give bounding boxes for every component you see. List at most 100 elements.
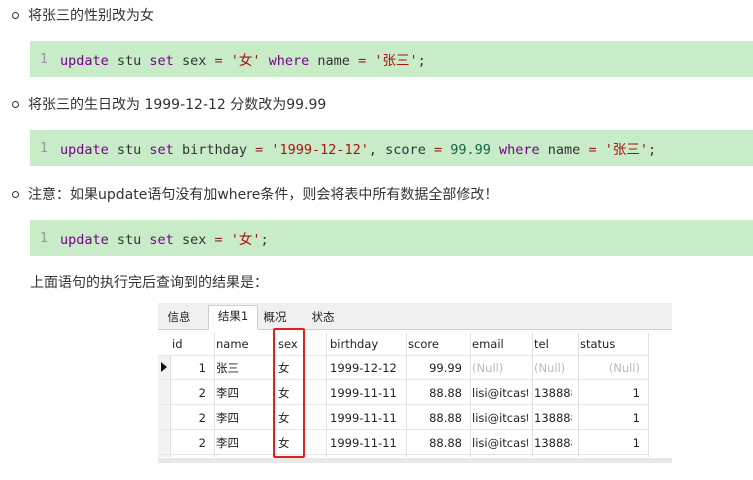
tab-overview[interactable]: 概况 — [258, 307, 292, 328]
bullet-circle-icon — [12, 190, 19, 198]
code-token: = — [588, 142, 597, 158]
code-token: '女' — [230, 232, 261, 248]
table-cell: 2 — [198, 436, 206, 450]
bullet-item: 将张三的生日改为 1999-12-12 分数改为99.99 — [12, 93, 326, 115]
table-cell: 1 — [632, 411, 640, 425]
bullet-item: 将张三的性别改为女 — [12, 4, 154, 26]
result-tabs: 信息 结果1 概况 状态 — [158, 303, 672, 330]
code-token: stu — [108, 232, 150, 248]
table-cell: 138888 — [534, 411, 572, 425]
column-header-status[interactable]: status — [580, 333, 640, 355]
table-cell: lisi@itcast. — [472, 436, 528, 450]
code-token: '张三' — [604, 142, 648, 158]
code-line: update stu set sex = '女' where name = '张… — [60, 49, 426, 69]
table-cell: 88.88 — [429, 386, 462, 400]
table-cell: lisi@itcast. — [472, 411, 528, 425]
code-token: , score — [368, 142, 434, 158]
table-cell: 1 — [198, 361, 206, 375]
code-block: 1 update stu set sex = '女'; — [30, 220, 753, 256]
code-block: 1 update stu set birthday = '1999-12-12'… — [30, 130, 753, 166]
table-row[interactable]: 1 张三女 1999-12-12 99.99 (Null) (Null) (Null) — [158, 357, 648, 380]
bullet-text: 注意：如果update语句没有加where条件，则会将表中所有数据全部修改！ — [28, 187, 499, 203]
code-token: ; — [417, 53, 426, 69]
code-token: stu — [108, 53, 150, 69]
column-header-birthday[interactable]: birthday — [330, 333, 400, 355]
table-cell: 99.99 — [429, 361, 462, 375]
code-token: = — [255, 142, 264, 158]
table-cell: 1999-11-11 — [330, 436, 397, 450]
code-token: '1999-12-12' — [271, 142, 369, 158]
tab-info[interactable]: 信息 — [162, 307, 196, 328]
code-token: ; — [260, 232, 269, 248]
code-token: birthday — [173, 142, 256, 158]
column-header-score[interactable]: score — [408, 333, 462, 355]
code-line: update stu set sex = '女'; — [60, 228, 269, 248]
code-token: = — [214, 232, 223, 248]
column-header-id[interactable]: id — [172, 333, 206, 355]
column-header-name[interactable]: name — [216, 333, 267, 355]
code-token: update — [60, 53, 109, 69]
table-cell: 1999-12-12 — [330, 361, 397, 375]
code-token: '女' — [230, 53, 261, 69]
code-block: 1 update stu set sex = '女' where name = … — [30, 41, 753, 77]
code-token: sex — [173, 232, 215, 248]
code-token: where — [268, 53, 310, 69]
code-token: = — [433, 142, 443, 158]
table-cell: 李四 — [216, 386, 239, 400]
code-token: update — [60, 232, 109, 248]
table-row[interactable]: 2李四女1999-11-1188.88lisi@itcast.1388881 — [158, 382, 648, 405]
table-header-row: id name sex birthday score email tel status — [158, 333, 648, 356]
code-token: set — [149, 232, 174, 248]
code-token: name — [539, 142, 589, 158]
table-cell: 2 — [198, 411, 206, 425]
bullet-circle-icon — [12, 11, 19, 19]
line-number: 1 — [39, 51, 48, 67]
horizontal-scrollbar[interactable] — [158, 458, 672, 463]
table-cell: 1 — [632, 386, 640, 400]
line-number: 1 — [39, 140, 48, 156]
table-cell: 1 — [632, 436, 640, 450]
table-cell: (Null) — [534, 361, 566, 375]
result-table-screenshot: 信息 结果1 概况 状态 id name sex birthday score email… — [158, 303, 672, 463]
table-cell: 2 — [198, 386, 206, 400]
table-cell: 138888 — [534, 386, 572, 400]
tab-status[interactable]: 状态 — [306, 307, 340, 328]
bullet-text: 将张三的性别改为女 — [28, 8, 154, 24]
code-token: stu — [108, 142, 150, 158]
code-token: set — [149, 53, 174, 69]
table-cell: (Null) — [472, 361, 504, 375]
sex-column-highlight — [273, 328, 305, 458]
bullet-item: 注意：如果update语句没有加where条件，则会将表中所有数据全部修改！ — [12, 183, 498, 205]
table-cell: lisi@itcast. — [472, 386, 528, 400]
table-cell: 1999-11-11 — [330, 386, 397, 400]
code-token: name — [309, 53, 359, 69]
code-token: '张三' — [374, 53, 418, 69]
table-cell: 李四 — [216, 411, 239, 425]
code-token: set — [149, 142, 174, 158]
code-token: sex — [173, 53, 215, 69]
code-token: 99.99 — [450, 142, 491, 158]
tab-result1[interactable]: 结果1 — [208, 305, 258, 330]
bullet-circle-icon — [12, 100, 19, 108]
code-line: update stu set birthday = '1999-12-12', … — [60, 138, 656, 158]
result-caption: 上面语句的执行完后查询到的结果是： — [30, 275, 268, 291]
column-header-email[interactable]: email — [472, 333, 528, 355]
code-token: = — [358, 53, 367, 69]
line-number: 1 — [39, 230, 48, 246]
table-cell: 1999-11-11 — [330, 411, 397, 425]
bullet-text: 将张三的生日改为 1999-12-12 分数改为99.99 — [28, 97, 327, 113]
table-cell: 88.88 — [429, 411, 462, 425]
code-token: = — [214, 53, 223, 69]
table-cell: 张三 — [216, 361, 239, 375]
table-cell: 138888 — [534, 436, 572, 450]
table-row[interactable]: 2李四女1999-11-1188.88lisi@itcast.1388881 — [158, 407, 648, 430]
column-header-tel[interactable]: tel — [534, 333, 572, 355]
table-row[interactable]: 2李四女1999-11-1188.88lisi@itcast.1388881 — [158, 432, 648, 455]
code-token: ; — [647, 142, 657, 158]
